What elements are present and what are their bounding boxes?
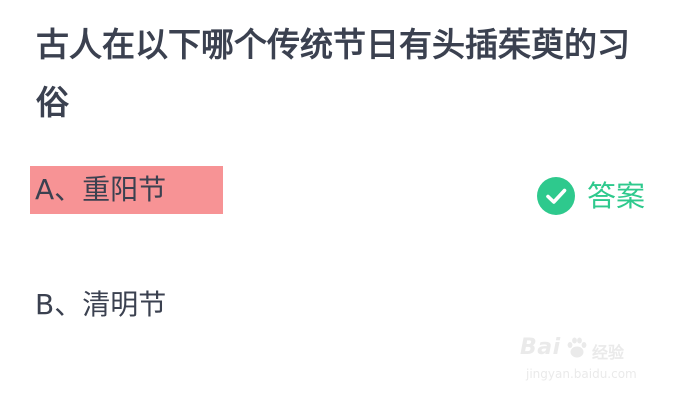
option-a[interactable]: A、重阳节 xyxy=(31,166,223,214)
question-text: 古人在以下哪个传统节日有头插茱萸的习俗 xyxy=(36,25,630,122)
watermark-brand: Bai xyxy=(520,335,561,360)
answer-button[interactable]: 答案 xyxy=(537,176,645,216)
option-b[interactable]: B、清明节 xyxy=(31,281,172,329)
watermark-url: jingyan.baidu.com xyxy=(526,367,637,381)
paw-icon xyxy=(567,337,587,358)
watermark-suffix: 经验 xyxy=(592,343,625,362)
watermark: Bai 经验 jingyan.baidu.com xyxy=(520,331,638,391)
answer-label: 答案 xyxy=(587,179,646,213)
check-circle-icon xyxy=(537,177,575,215)
